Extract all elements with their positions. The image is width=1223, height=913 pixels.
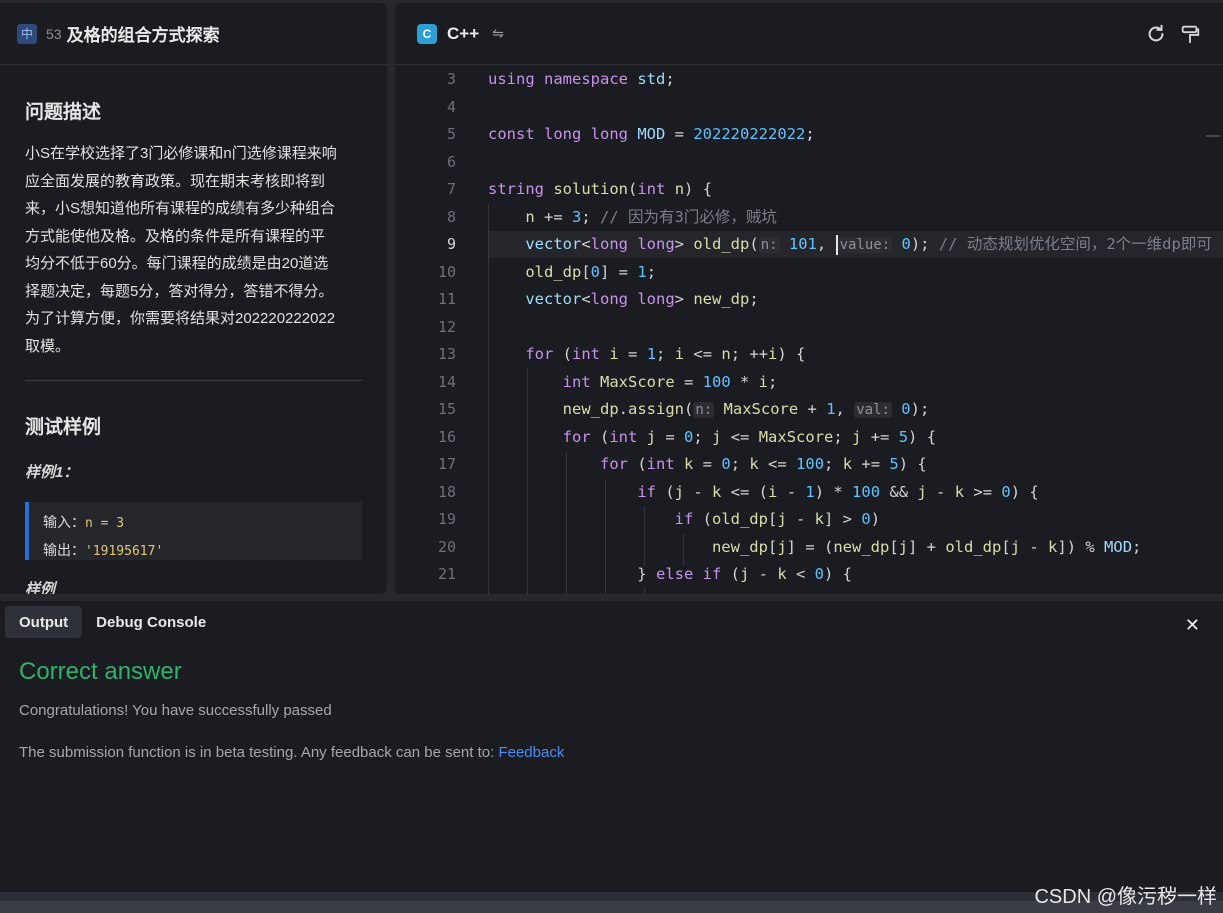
format-code-icon[interactable] bbox=[1179, 23, 1201, 45]
code-editor-panel: C C++ ⇋ 3 using namespace std; 4 5 const l… bbox=[395, 3, 1223, 594]
editor-header: C C++ ⇋ bbox=[395, 3, 1223, 65]
line-number: 8 bbox=[446, 207, 456, 226]
output-tabs: Output Debug Console ✕ bbox=[0, 601, 1223, 643]
output-value: '19195617' bbox=[85, 544, 164, 559]
problem-number: 53 bbox=[46, 25, 62, 42]
description-heading: 问题描述 bbox=[25, 102, 102, 123]
result-message: Congratulations! You have successfully p… bbox=[19, 702, 332, 719]
code-line: 7 string solution(int n) { bbox=[395, 176, 1223, 203]
description-line: 来，小S想知道他所有课程的成绩有多少种组合 bbox=[25, 200, 336, 217]
description-line: 均分不低于60分。每门课程的成绩是由20道选 bbox=[25, 255, 329, 272]
line-number: 5 bbox=[446, 125, 456, 143]
line-number: 14 bbox=[437, 372, 456, 391]
samples-heading: 测试样例 bbox=[25, 417, 102, 438]
line-number: 10 bbox=[437, 262, 456, 281]
sample1-label: 样例1： bbox=[25, 464, 79, 481]
tab-debug-console[interactable]: Debug Console bbox=[82, 606, 220, 638]
code-line: 10 old_dp[0] = 1; bbox=[395, 259, 1223, 286]
code-line: 12 bbox=[395, 314, 1223, 341]
line-number: 4 bbox=[446, 97, 456, 116]
tab-output[interactable]: Output bbox=[5, 606, 83, 638]
line-number: 16 bbox=[437, 427, 456, 446]
beta-text: The submission function is in beta testi… bbox=[19, 744, 499, 761]
divider bbox=[25, 380, 362, 381]
switch-language-icon[interactable]: ⇋ bbox=[492, 25, 504, 42]
line-number: 9 bbox=[446, 235, 456, 253]
cpp-language-icon: C bbox=[417, 23, 437, 44]
language-selector[interactable]: C++ bbox=[447, 24, 479, 44]
input-label: 输入： bbox=[43, 514, 85, 530]
sample2-label: 样例 bbox=[25, 581, 56, 594]
sample1-box: 输入：n = 3 输出：'19195617' bbox=[25, 502, 362, 560]
problem-title: 及格的组合方式探索 bbox=[66, 26, 220, 45]
description-line: 应全面发展的教育政策。现在期末考核即将到 bbox=[25, 172, 326, 190]
code-line: 11 vector<long long> new_dp; bbox=[395, 286, 1223, 313]
line-number: 3 bbox=[446, 70, 456, 88]
problem-description: 小S在学校选择了3门必修课和n门选修课程来响 应全面发展的教育政策。现在期末考核… bbox=[25, 140, 365, 360]
description-line: 方式能使他及格。及格的条件是所有课程的平 bbox=[25, 227, 326, 245]
result-title: Correct answer bbox=[19, 658, 182, 685]
description-line: 择题决定，每题5分，答对得分，答错不得分。 bbox=[25, 282, 334, 300]
code-line: 14 int MaxScore = 100 * i; bbox=[395, 369, 1223, 396]
line-number: 15 bbox=[437, 400, 456, 418]
difficulty-badge: 中 bbox=[17, 23, 37, 44]
output-panel: Output Debug Console ✕ Correct answer Co… bbox=[0, 601, 1223, 892]
description-line: 取模。 bbox=[25, 337, 71, 355]
line-number: 11 bbox=[437, 290, 456, 308]
line-number: 7 bbox=[446, 180, 456, 198]
feedback-link[interactable]: Feedback bbox=[498, 744, 564, 761]
beta-notice: The submission function is in beta testi… bbox=[19, 744, 564, 761]
line-number: 13 bbox=[437, 345, 456, 363]
code-line: 9 vector<long long> old_dp(n: 101, value… bbox=[395, 231, 1223, 258]
sample1-input: 输入：n = 3 bbox=[43, 509, 362, 537]
code-line: 13 for (int i = 1; i <= n; ++i) { bbox=[395, 341, 1223, 368]
line-number: 21 bbox=[437, 565, 456, 583]
line-number: 18 bbox=[437, 482, 456, 501]
close-icon[interactable]: ✕ bbox=[1185, 615, 1200, 636]
problem-panel: 中 53 及格的组合方式探索 问题描述 小S在学校选择了3门必修课和n门选修课程… bbox=[0, 3, 387, 594]
watermark: CSDN @像污秽一样 bbox=[1034, 886, 1217, 908]
code-line: 8 n += 3; // 因为有3门必修，贼坑 bbox=[395, 204, 1223, 231]
line-number: 17 bbox=[437, 455, 456, 473]
code-line: 15 new_dp.assign(n: MaxScore + 1, val: 0… bbox=[395, 396, 1223, 423]
line-number: 12 bbox=[437, 317, 456, 336]
indent-guide bbox=[644, 588, 645, 594]
line-number: 20 bbox=[437, 537, 456, 556]
code-area[interactable]: 3 using namespace std; 4 5 const long long… bbox=[395, 66, 1223, 594]
line-number: 6 bbox=[446, 152, 456, 171]
code-line: 4 bbox=[395, 94, 1223, 121]
line-number: 19 bbox=[437, 510, 456, 528]
problem-header: 中 53 及格的组合方式探索 bbox=[0, 3, 387, 65]
output-label: 输出： bbox=[43, 542, 85, 558]
code-line: 18 if (j - k <= (i - 1) * 100 && j - k >… bbox=[395, 479, 1223, 506]
description-line: 小S在学校选择了3门必修课和n门选修课程来响 bbox=[25, 145, 337, 162]
code-line: 19 if (old_dp[j - k] > 0) bbox=[395, 506, 1223, 533]
code-line: 6 bbox=[395, 149, 1223, 176]
code-line: 20 new_dp[j] = (new_dp[j] + old_dp[j - k… bbox=[395, 534, 1223, 561]
reset-icon[interactable] bbox=[1145, 23, 1167, 45]
code-line: 3 using namespace std; bbox=[395, 66, 1223, 93]
code-line: 16 for (int j = 0; j <= MaxScore; j += 5… bbox=[395, 424, 1223, 451]
code-line: 5 const long long MOD = 202220222022; bbox=[395, 121, 1223, 148]
description-line: 为了计算方便，你需要将结果对202220222022 bbox=[25, 310, 336, 327]
input-value: n = 3 bbox=[85, 516, 125, 531]
sample1-output: 输出：'19195617' bbox=[43, 537, 362, 565]
code-line: 21 } else if (j - k < 0) { bbox=[395, 561, 1223, 588]
code-line: 17 for (int k = 0; k <= 100; k += 5) { bbox=[395, 451, 1223, 478]
